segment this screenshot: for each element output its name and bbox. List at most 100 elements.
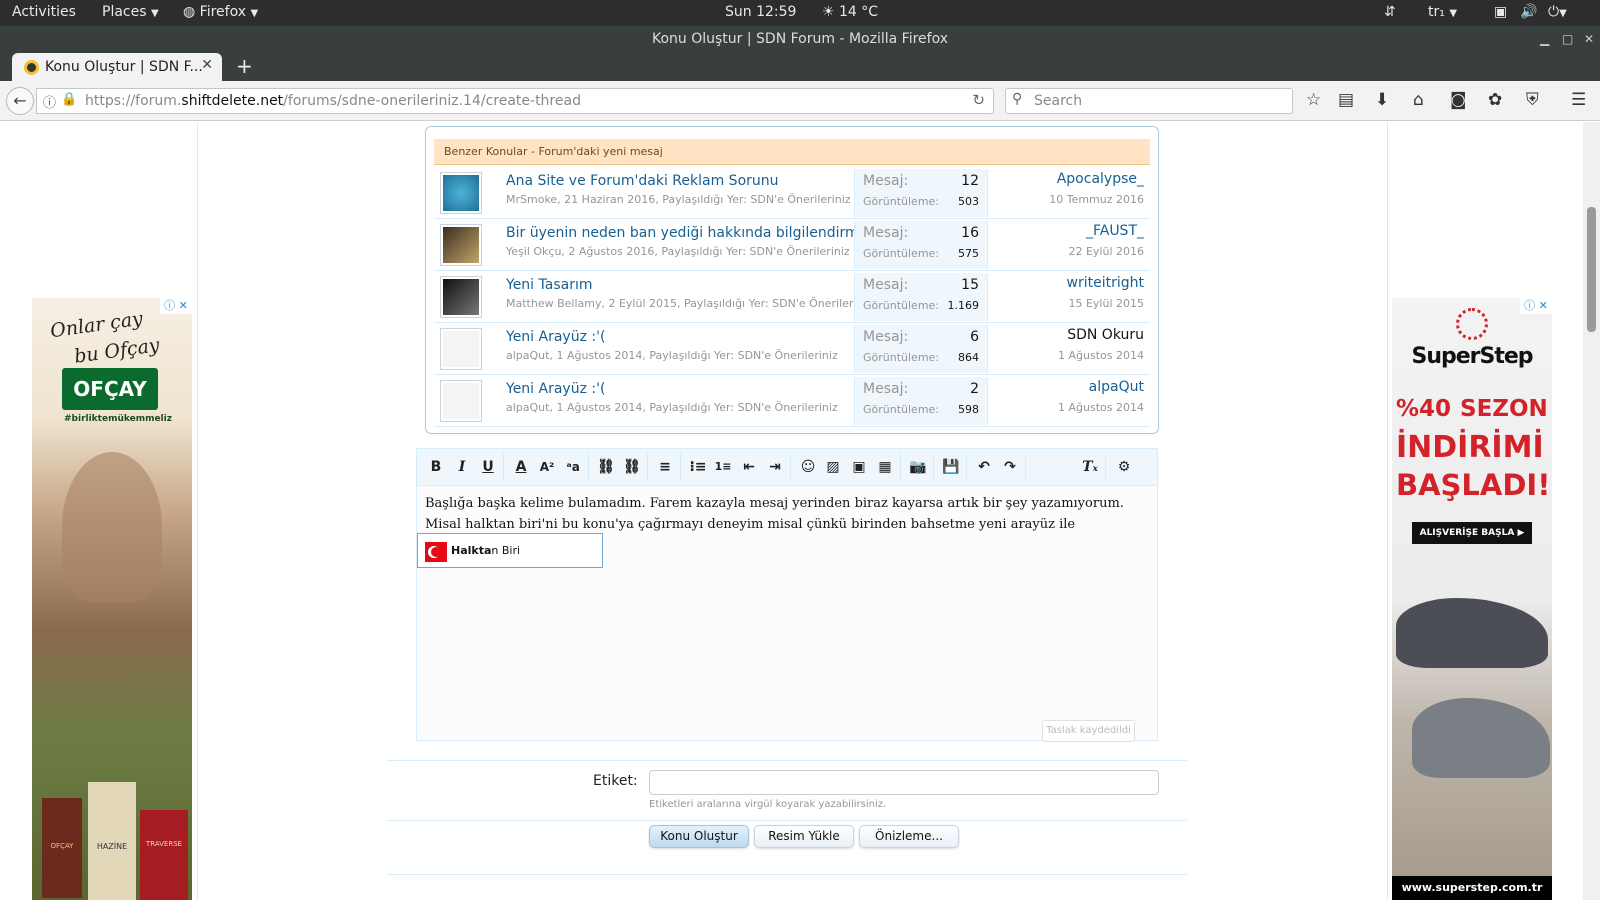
extension-icon[interactable]: ✿ — [1488, 90, 1502, 110]
network-icon[interactable]: ⇵ — [1384, 4, 1396, 20]
align-icon[interactable]: ≡ — [654, 456, 676, 478]
reading-list-icon[interactable]: ▤ — [1338, 90, 1354, 110]
url-domain: shiftdelete.net — [181, 93, 284, 109]
thread-meta: Yeşil Okçu, 2 Ağustos 2016, Paylaşıldığı… — [506, 245, 850, 258]
user-avatar[interactable] — [440, 224, 482, 266]
message-editor[interactable]: B I U A A² ᵃa ⛓ ⛓ ≡ ⁝≡ 1≡ ⇤ ⇥ ☺ ▨ ▣ ▦ 📷 … — [416, 448, 1158, 742]
media-icon[interactable]: ▣ — [848, 456, 870, 478]
thread-stats: Mesaj: 6 Görüntüleme: 864 — [854, 325, 988, 373]
save-draft-icon[interactable]: 💾 — [940, 456, 962, 478]
outdent-icon[interactable]: ⇤ — [738, 456, 760, 478]
ad-close-icon[interactable]: ⓘ ✕ — [160, 298, 192, 314]
screen-icon[interactable]: ▣ — [1494, 4, 1507, 20]
url-bar[interactable]: ⓘ 🔒 https://forum.shiftdelete.net/forums… — [36, 88, 994, 114]
minimize-icon[interactable]: ▁ — [1540, 26, 1549, 52]
user-avatar[interactable] — [440, 380, 482, 422]
font-color-icon[interactable]: A — [510, 456, 532, 478]
thread-stats: Mesaj: 12 Görüntüleme: 503 — [854, 169, 988, 217]
activities-button[interactable]: Activities — [12, 4, 76, 20]
last-post-date[interactable]: 1 Ağustos 2014 — [1058, 401, 1144, 414]
maximize-icon[interactable]: □ — [1562, 26, 1573, 52]
home-icon[interactable]: ⌂ — [1413, 90, 1424, 110]
new-tab-icon[interactable]: + — [236, 54, 253, 78]
last-poster-link[interactable]: Apocalypse_ — [1057, 171, 1144, 187]
user-avatar[interactable] — [440, 276, 482, 318]
advertisement-right[interactable]: ⓘ ✕ SuperStep %40 SEZON İNDİRİMİ BAŞLADI… — [1392, 298, 1552, 900]
last-post-date[interactable]: 1 Ağustos 2014 — [1058, 349, 1144, 362]
preview-button[interactable]: Önizleme... — [859, 825, 959, 848]
last-post-date[interactable]: 10 Temmuz 2016 — [1049, 193, 1144, 206]
shoe-image-2 — [1412, 698, 1550, 778]
ad-cta-button[interactable]: ALIŞVERİŞE BAŞLA ▶ — [1412, 522, 1532, 544]
ad-close-icon[interactable]: ⓘ ✕ — [1520, 298, 1552, 314]
weather[interactable]: ☀ 14 °C — [822, 4, 878, 20]
toolbar-divider — [1025, 453, 1026, 481]
toolbar-divider — [966, 453, 967, 481]
last-post-date[interactable]: 22 Eylül 2016 — [1068, 245, 1144, 258]
keyboard-layout[interactable]: tr₁ ▼ — [1428, 4, 1457, 20]
thread-title-link[interactable]: Bir üyenin neden ban yediği hakkında bil… — [506, 225, 887, 241]
numbered-list-icon[interactable]: 1≡ — [712, 456, 734, 478]
bullet-list-icon[interactable]: ⁝≡ — [687, 456, 709, 478]
code-icon[interactable]: ▦ — [874, 456, 896, 478]
last-poster-link[interactable]: SDN Okuru — [1067, 327, 1144, 343]
page-scrollbar[interactable] — [1583, 122, 1600, 900]
search-input[interactable]: ⚲ Search — [1005, 88, 1293, 114]
close-tab-icon[interactable]: ✕ — [201, 57, 213, 73]
firefox-app-menu[interactable]: ◍ Firefox ▼ — [183, 4, 258, 20]
redo-icon[interactable]: ↷ — [999, 456, 1021, 478]
tab-create-thread[interactable]: Konu Oluştur | SDN F... ✕ — [12, 53, 222, 81]
user-avatar[interactable] — [440, 328, 482, 370]
image-icon[interactable]: ▨ — [822, 456, 844, 478]
url-path: /forums/sdne-onerileriniz.14/create-thre… — [283, 93, 581, 109]
thread-meta: MrSmoke, 21 Haziran 2016, Paylaşıldığı Y… — [506, 193, 851, 206]
places-menu[interactable]: Places ▼ — [102, 4, 159, 20]
tea-pack-2: HAZİNE — [88, 782, 136, 900]
thread-title-link[interactable]: Yeni Tasarım — [506, 277, 593, 293]
upload-image-button[interactable]: Resim Yükle — [754, 825, 854, 848]
info-icon[interactable]: ⓘ — [43, 92, 56, 111]
font-family-icon[interactable]: ᵃa — [562, 456, 584, 478]
shield-icon[interactable]: ⛨ — [1526, 90, 1539, 110]
views-count: 575 — [958, 247, 979, 260]
last-poster-link[interactable]: writeitright — [1067, 275, 1144, 291]
pocket-icon[interactable]: ◙ — [1450, 90, 1467, 110]
turkey-flag-icon — [425, 542, 447, 562]
last-poster-link[interactable]: alpaQut — [1089, 379, 1144, 395]
indent-icon[interactable]: ⇥ — [764, 456, 786, 478]
remove-format-icon[interactable]: Tₓ — [1079, 456, 1101, 478]
hamburger-menu-icon[interactable]: ☰ — [1571, 90, 1586, 110]
thread-title-link[interactable]: Ana Site ve Forum'daki Reklam Sorunu — [506, 173, 779, 189]
underline-icon[interactable]: U — [477, 456, 499, 478]
bookmark-star-icon[interactable]: ☆ — [1306, 90, 1321, 110]
undo-icon[interactable]: ↶ — [973, 456, 995, 478]
bold-icon[interactable]: B — [425, 456, 447, 478]
clock[interactable]: Sun 12:59 — [725, 4, 796, 20]
last-poster-link[interactable]: _FAUST_ — [1086, 223, 1144, 239]
unlink-icon[interactable]: ⛓ — [621, 456, 643, 478]
volume-icon[interactable]: 🔊 — [1520, 4, 1537, 20]
reload-icon[interactable]: ↻ — [972, 91, 985, 109]
mention-suggestion[interactable]: Halktan Biri — [417, 533, 603, 568]
mention-name: Halktan Biri — [451, 544, 521, 557]
advertisement-left[interactable]: ⓘ ✕ Onlar çay bu Ofçay OFÇAY #birliktemü… — [32, 298, 192, 900]
ad-slogan-2: bu Ofçay — [72, 334, 161, 368]
back-button[interactable]: ← — [6, 87, 34, 115]
tag-input[interactable] — [649, 770, 1159, 795]
scrollbar-thumb[interactable] — [1587, 207, 1596, 332]
link-icon[interactable]: ⛓ — [595, 456, 617, 478]
thread-title-link[interactable]: Yeni Arayüz :'( — [506, 329, 605, 345]
last-post-date[interactable]: 15 Eylül 2015 — [1068, 297, 1144, 310]
create-thread-button[interactable]: Konu Oluştur — [649, 825, 749, 848]
thread-title-link[interactable]: Yeni Arayüz :'( — [506, 381, 605, 397]
power-icon[interactable]: ⏻ ▼ — [1548, 4, 1567, 20]
toggle-bbcode-icon[interactable]: ⚙ — [1113, 456, 1135, 478]
font-size-icon[interactable]: A² — [536, 456, 558, 478]
thread-stats: Mesaj: 16 Görüntüleme: 575 — [854, 221, 988, 269]
close-window-icon[interactable]: ✕ — [1584, 26, 1594, 52]
italic-icon[interactable]: I — [451, 456, 473, 478]
download-icon[interactable]: ⬇ — [1375, 90, 1389, 110]
smiley-icon[interactable]: ☺ — [797, 456, 819, 478]
user-avatar[interactable] — [440, 172, 482, 214]
camera-icon[interactable]: 📷 — [907, 456, 929, 478]
